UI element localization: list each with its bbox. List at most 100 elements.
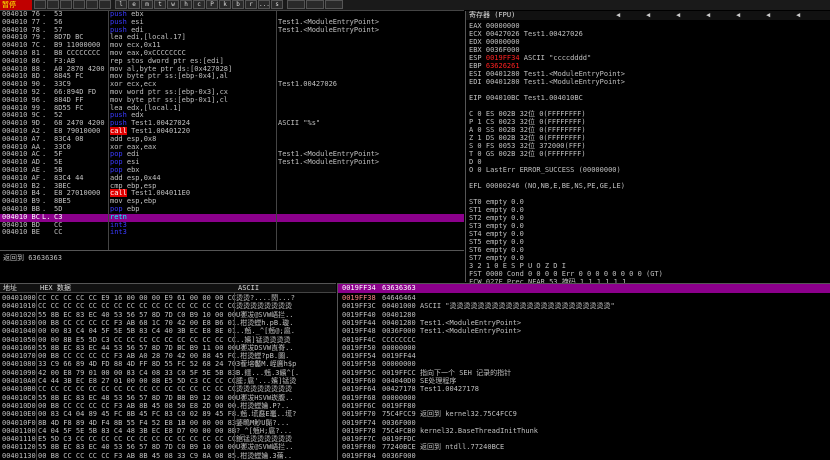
register-line[interactable]: T 0 GS 002B 32位 0(FFFFFFFF)	[469, 150, 586, 158]
disasm-row[interactable]: 004010 BD CC int3	[0, 221, 464, 230]
register-line[interactable]: FST 0000 Cond 0 0 0 0 Err 0 0 0 0 0 0 0 …	[469, 270, 663, 278]
stack-address: 0019FF68	[342, 393, 376, 402]
arrow-left-icon[interactable]: ◀	[676, 11, 680, 20]
register-line[interactable]: ESI 00401280 Test1.<ModuleEntryPoint>	[469, 70, 625, 78]
register-line[interactable]: EDI 00401280 Test1.<ModuleEntryPoint>	[469, 78, 625, 86]
register-line[interactable]: O 0 LastErr ERROR_SUCCESS (00000000)	[469, 166, 621, 174]
arrow-left-icon[interactable]: ◀	[766, 11, 770, 20]
register-line[interactable]: D 0	[469, 158, 482, 166]
stack-pane[interactable]: 0019FF34 63636363 0019FF38 64646464 0019FF…	[337, 283, 830, 460]
stack-address: 0019FF4C	[342, 335, 376, 344]
stack-address: 0019FF64	[342, 385, 376, 394]
toolbar-button-2[interactable]: m	[141, 0, 153, 9]
toolbar-button-11[interactable]: ...	[258, 0, 270, 9]
dump-address: 00401030	[2, 318, 36, 327]
disasm-address: 004010 BE	[2, 228, 40, 237]
registers-pane[interactable]: 寄存器 (FPU) ◀ ◀ ◀ ◀ ◀ ◀ ◀ EAX 00000000 ECX …	[465, 11, 830, 286]
toolbar-button-8[interactable]: k	[219, 0, 231, 9]
stack-value: CCCCCCCC	[382, 335, 416, 344]
toolbar-button-6[interactable]: c	[193, 0, 205, 9]
dump-hex: 55 8B EC 83 EC 48 53 56 57 8D 7D B8 B9 1…	[38, 393, 237, 402]
register-line[interactable]: ST0 empty 0.0	[469, 198, 524, 206]
disasm-row[interactable]: 004010 99. 8D55 FC lea edx,[local.1]	[0, 104, 464, 113]
toolbar-icon-button[interactable]	[99, 0, 111, 9]
stack-value: 0036F000	[382, 327, 416, 336]
disasm-row[interactable]: 004010 AA. 33C0 xor eax,eax	[0, 143, 464, 152]
register-line[interactable]: EDX 00000000	[469, 38, 520, 46]
register-line[interactable]: EFL 00000246 (NO,NB,E,BE,NS,PE,GE,LE)	[469, 182, 625, 190]
toolbar-button-4[interactable]: w	[167, 0, 179, 9]
disasm-row[interactable]: 004010 BE CC int3	[0, 228, 464, 237]
register-line[interactable]: EIP 004010BC Test1.004010BC	[469, 94, 583, 102]
disasm-row[interactable]: 004010 B9. 8BE5 mov esp,ebp	[0, 197, 464, 206]
toolbar-button-12[interactable]: s	[271, 0, 283, 9]
disasm-row[interactable]: 004010 AC. 5F pop edi Test1.<ModuleEntryPoi…	[0, 150, 464, 159]
toolbar-icon-button[interactable]	[287, 0, 305, 9]
toolbar-button-10[interactable]: r	[245, 0, 257, 9]
dump-ascii: U嬱冹HSVW崁腹..	[236, 393, 294, 402]
stack-comment: Test1.<ModuleEntryPoint>	[420, 318, 522, 327]
toolbar: l e m t w h c Pk b r... s	[34, 0, 830, 10]
disasm-operands: lea edi,[local.17]	[110, 33, 186, 42]
dump-col-hex[interactable]: HEX 数据	[40, 284, 71, 293]
toolbar-icon-button[interactable]	[306, 0, 324, 9]
disasm-operands: mov esp,ebp	[110, 197, 157, 206]
disasm-row[interactable]: 004010 76. 53 push ebx	[0, 11, 464, 19]
toolbar-icon-button[interactable]	[73, 0, 85, 9]
stack-address: 0019FF70	[342, 410, 376, 419]
toolbar-button-0[interactable]: l	[115, 0, 127, 9]
register-line[interactable]: ST4 empty 0.0	[469, 230, 524, 238]
disasm-operands: edi	[126, 25, 144, 34]
disasm-instruction: pop ebp	[110, 205, 280, 214]
register-line[interactable]: S 0 FS 0053 32位 372000(FFF)	[469, 142, 586, 150]
toolbar-button-5[interactable]: h	[180, 0, 192, 9]
toolbar-icon-button[interactable]	[60, 0, 72, 9]
dump-address: 004010B0	[2, 385, 36, 394]
register-line[interactable]: ECX 00427026 Test1.00427026	[469, 30, 583, 38]
disasm-row[interactable]: 004010 AD. 5E pop esi Test1.<ModuleEntryPoi…	[0, 158, 464, 167]
status-paused-badge: 暂停	[0, 0, 32, 10]
arrow-left-icon[interactable]: ◀	[736, 11, 740, 20]
register-line[interactable]: ST2 empty 0.0	[469, 214, 524, 222]
register-line[interactable]: ST6 empty 0.0	[469, 246, 524, 254]
toolbar-icon-button[interactable]	[86, 0, 98, 9]
dump-col-ascii[interactable]: ASCII	[238, 284, 259, 293]
disasm-operands: mov al,byte ptr ds:[0x427028]	[110, 64, 233, 73]
toolbar-icon-button[interactable]	[34, 0, 46, 9]
arrow-left-icon[interactable]: ◀	[706, 11, 710, 20]
dump-hex: 00 83 C4 04 89 45 FC 8B 45 FC 83 C0 02 8…	[38, 410, 237, 419]
register-line[interactable]: P 1 CS 0023 32位 0(FFFFFFFF)	[469, 118, 586, 126]
toolbar-button-3[interactable]: t	[154, 0, 166, 9]
toolbar-icon-button[interactable]	[325, 0, 343, 9]
register-line[interactable]: Z 1 DS 002B 32位 0(FFFFFFFF)	[469, 134, 586, 142]
toolbar-button-1[interactable]: e	[128, 0, 140, 9]
disassembly-pane[interactable]: 004010 76. 53 push ebx 004010 77. 56 push esi…	[0, 11, 464, 250]
register-line[interactable]: EAX 00000000	[469, 22, 520, 30]
register-line[interactable]: ESP 0019FF34 ASCII "ccccdddd"	[469, 54, 591, 62]
arrow-left-icon[interactable]: ◀	[616, 11, 620, 20]
disasm-row[interactable]: 004010 77. 56 push esi Test1.<ModuleEntryPo…	[0, 18, 464, 27]
disasm-row[interactable]: 004010 BC L. C3 retn	[0, 213, 464, 222]
register-line[interactable]: EBX 0036F000	[469, 46, 520, 54]
register-line[interactable]: ST3 empty 0.0	[469, 222, 524, 230]
toolbar-button-7[interactable]: P	[206, 0, 218, 9]
divider	[0, 10, 464, 11]
register-line[interactable]: ST5 empty 0.0	[469, 238, 524, 246]
dump-ascii: 烫烫?....閍...?	[236, 294, 295, 302]
arrow-left-icon[interactable]: ◀	[646, 11, 650, 20]
register-line[interactable]: ST7 empty 0.0	[469, 254, 524, 262]
disasm-row[interactable]: 004010 BB. 5D pop ebp	[0, 205, 464, 214]
dump-col-address[interactable]: 地址	[3, 284, 17, 293]
register-line[interactable]: C 0 ES 002B 32位 0(FFFFFFFF)	[469, 110, 586, 118]
register-line[interactable]: 3 2 1 0 E S P U O Z D I	[469, 262, 566, 270]
register-line[interactable]: EBP 63626261	[469, 62, 520, 70]
dump-hex: CC CC CC CC CC E9 16 00 00 00 E9 61 00 0…	[38, 294, 237, 302]
register-line[interactable]: A 0 SS 002B 32位 0(FFFFFFFF)	[469, 126, 586, 134]
toolbar-icon-button[interactable]	[47, 0, 59, 9]
arrow-left-icon[interactable]: ◀	[796, 11, 800, 20]
toolbar-button-9[interactable]: b	[232, 0, 244, 9]
memory-dump-pane[interactable]: 地址 HEX 数据 ASCII 00401000 CC CC CC CC CC E…	[0, 283, 336, 460]
register-line[interactable]: ST1 empty 0.0	[469, 206, 524, 214]
stack-top-row[interactable]: 0019FF34 63636363	[338, 284, 830, 293]
disasm-operands: Test1.004011E0	[126, 189, 191, 198]
